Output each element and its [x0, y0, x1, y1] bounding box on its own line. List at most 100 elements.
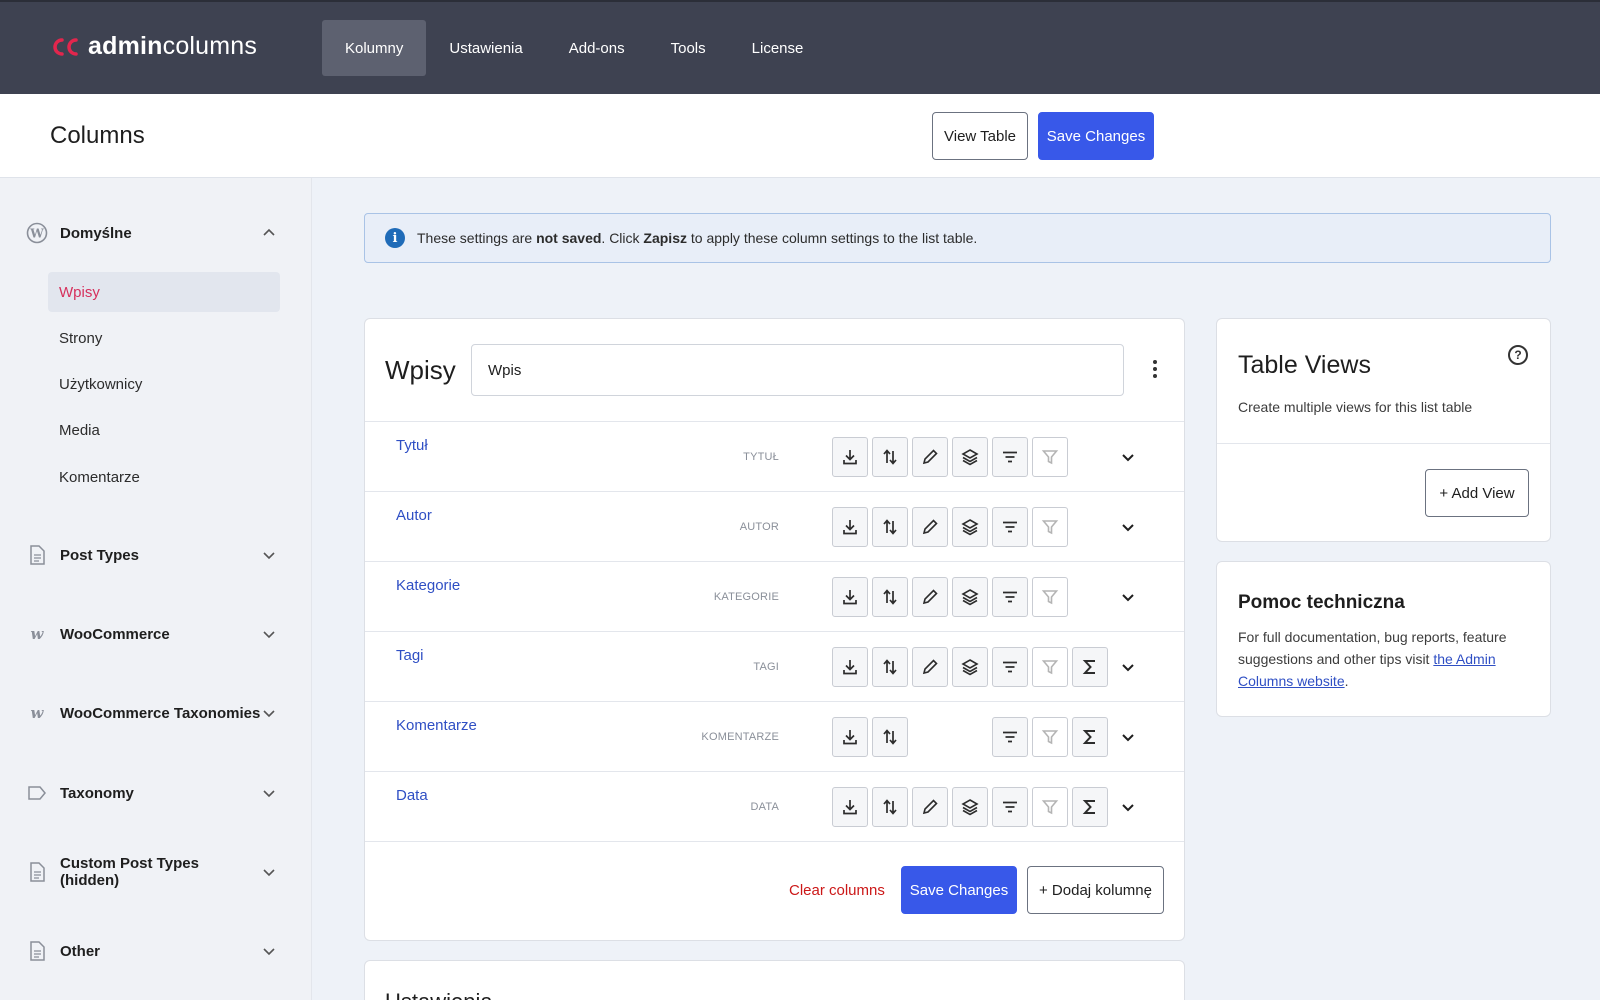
sidebar-group-domyslne[interactable]: W Domyślne — [26, 218, 276, 248]
chevron-down-icon[interactable] — [1119, 658, 1137, 676]
sidebar-group-label: Taxonomy — [60, 784, 134, 802]
wordpress-icon: W — [26, 222, 48, 244]
columns-card-header: Wpisy — [365, 319, 1184, 422]
sort-icon[interactable] — [872, 437, 908, 477]
sidebar-group-other[interactable]: Other — [26, 936, 276, 966]
sort-icon[interactable] — [872, 507, 908, 547]
sidebar-group-label: Other — [60, 942, 101, 960]
export-icon[interactable] — [832, 787, 868, 827]
pencil-icon[interactable] — [912, 507, 948, 547]
nav-ustawienia[interactable]: Ustawienia — [426, 20, 545, 76]
chevron-down-icon[interactable] — [1119, 518, 1137, 536]
save-changes-button[interactable]: Save Changes — [1038, 112, 1154, 160]
sidebar-item-komentarze[interactable]: Komentarze — [48, 457, 280, 497]
list-screen-name-input[interactable] — [471, 344, 1124, 396]
column-label[interactable]: Komentarze — [396, 717, 477, 734]
sidebar-group-taxonomy[interactable]: Taxonomy — [26, 778, 276, 808]
sigma-icon[interactable] — [1072, 787, 1108, 827]
export-icon[interactable] — [832, 717, 868, 757]
column-list: Tytuł TYTUŁ Autor AUTOR Kategorie KATEGORIE Ta… — [365, 422, 1184, 842]
filter-lines-icon[interactable] — [992, 787, 1028, 827]
filter-lines-icon[interactable] — [992, 577, 1028, 617]
document-icon — [26, 544, 48, 566]
svg-text:W: W — [29, 227, 44, 241]
chevron-down-icon — [263, 552, 275, 560]
funnel-icon[interactable] — [1032, 507, 1068, 547]
sidebar-item-uzytkownicy[interactable]: Użytkownicy — [48, 364, 280, 404]
funnel-icon[interactable] — [1032, 577, 1068, 617]
support-card: Pomoc techniczna For full documentation,… — [1216, 561, 1551, 717]
settings-card-title: Ustawienia — [385, 989, 493, 1000]
column-row: Tagi TAGI — [365, 632, 1184, 702]
column-label[interactable]: Autor — [396, 507, 432, 524]
more-options-icon[interactable] — [1145, 354, 1165, 384]
filter-lines-icon[interactable] — [992, 717, 1028, 757]
clear-columns-link[interactable]: Clear columns — [789, 882, 885, 899]
funnel-icon[interactable] — [1032, 717, 1068, 757]
column-type: AUTOR — [739, 521, 779, 533]
chevron-down-icon — [263, 790, 275, 798]
sigma-icon[interactable] — [1072, 717, 1108, 757]
nav-license[interactable]: License — [729, 20, 827, 76]
help-icon[interactable]: ? — [1508, 345, 1528, 365]
export-icon[interactable] — [832, 577, 868, 617]
export-icon[interactable] — [832, 507, 868, 547]
view-table-button[interactable]: View Table — [932, 112, 1028, 160]
sidebar-group-post-types[interactable]: Post Types — [26, 540, 276, 570]
sidebar-item-strony[interactable]: Strony — [48, 318, 280, 358]
support-title: Pomoc techniczna — [1238, 592, 1405, 613]
pencil-icon[interactable] — [912, 787, 948, 827]
sidebar-group-custom-post-types-hidden[interactable]: Custom Post Types (hidden) — [26, 855, 276, 889]
funnel-icon[interactable] — [1032, 647, 1068, 687]
sigma-icon[interactable] — [1072, 647, 1108, 687]
filter-lines-icon[interactable] — [992, 647, 1028, 687]
nav-kolumny[interactable]: Kolumny — [322, 20, 427, 76]
chevron-down-icon[interactable] — [1119, 448, 1137, 466]
document-icon — [26, 940, 48, 962]
chevron-down-icon[interactable] — [1119, 588, 1137, 606]
export-icon[interactable] — [832, 647, 868, 687]
support-text: For full documentation, bug reports, fea… — [1238, 629, 1507, 689]
sort-icon[interactable] — [872, 577, 908, 617]
export-icon[interactable] — [832, 437, 868, 477]
unsaved-settings-notice: i These settings are not saved. Click Za… — [364, 213, 1551, 263]
layers-icon[interactable] — [952, 787, 988, 827]
sidebar-group-label: WooCommerce — [60, 625, 170, 643]
funnel-icon[interactable] — [1032, 787, 1068, 827]
nav-tools[interactable]: Tools — [648, 20, 729, 76]
column-row: Komentarze KOMENTARZE — [365, 702, 1184, 772]
add-column-button[interactable]: + Dodaj kolumnę — [1027, 866, 1164, 914]
main-nav: Kolumny Ustawienia Add-ons Tools License — [322, 20, 826, 76]
pencil-icon[interactable] — [912, 577, 948, 617]
chevron-down-icon[interactable] — [1119, 728, 1137, 746]
column-label[interactable]: Kategorie — [396, 577, 460, 594]
layers-icon[interactable] — [952, 437, 988, 477]
add-view-button[interactable]: + Add View — [1425, 469, 1529, 517]
sort-icon[interactable] — [872, 787, 908, 827]
nav-add-ons[interactable]: Add-ons — [546, 20, 648, 76]
brand-logo[interactable]: admincolumns — [50, 32, 257, 61]
save-changes-button[interactable]: Save Changes — [901, 866, 1017, 914]
sidebar-group-woocommerce[interactable]: w WooCommerce — [26, 619, 276, 649]
sidebar-item-wpisy[interactable]: Wpisy — [48, 272, 280, 312]
chevron-down-icon[interactable] — [1119, 798, 1137, 816]
sidebar-item-media[interactable]: Media — [48, 410, 280, 450]
sort-icon[interactable] — [872, 717, 908, 757]
filter-lines-icon[interactable] — [992, 437, 1028, 477]
svg-text:w: w — [31, 627, 45, 641]
funnel-icon[interactable] — [1032, 437, 1068, 477]
column-type: KATEGORIE — [713, 591, 779, 603]
sort-icon[interactable] — [872, 647, 908, 687]
layers-icon[interactable] — [952, 647, 988, 687]
layers-icon[interactable] — [952, 507, 988, 547]
column-label[interactable]: Data — [396, 787, 428, 804]
column-label[interactable]: Tagi — [396, 647, 424, 664]
column-type: DATA — [750, 801, 779, 813]
pencil-icon[interactable] — [912, 647, 948, 687]
column-label[interactable]: Tytuł — [396, 437, 428, 454]
filter-lines-icon[interactable] — [992, 507, 1028, 547]
pencil-icon[interactable] — [912, 437, 948, 477]
sidebar-group-label: Domyślne — [60, 224, 132, 242]
sidebar-group-woocommerce-taxonomies[interactable]: w WooCommerce Taxonomies — [26, 698, 276, 728]
layers-icon[interactable] — [952, 577, 988, 617]
